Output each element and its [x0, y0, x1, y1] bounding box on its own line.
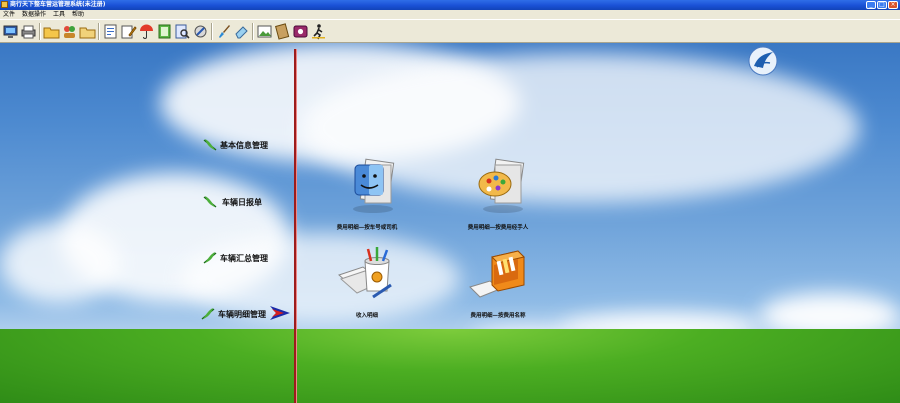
main-panel: 基本信息管理 车辆日报单 车辆汇总管理 车辆明细管理 费用明细—按车号或司机 费…: [0, 43, 900, 403]
function-caption: 费用明细—按费用名称: [470, 313, 526, 319]
nav-item-summary[interactable]: 车辆汇总管理: [202, 250, 268, 266]
nav-item-details[interactable]: 车辆明细管理: [200, 306, 266, 322]
eraser-icon[interactable]: [233, 23, 250, 40]
close-button[interactable]: ×: [888, 1, 898, 9]
umbrella-icon[interactable]: [138, 23, 155, 40]
bird-logo-icon: [748, 46, 778, 76]
leaf-arrow-icon: [203, 252, 217, 264]
nav-label: 车辆汇总管理: [220, 253, 268, 263]
help-book-icon[interactable]: [292, 23, 309, 40]
active-pointer-icon: [270, 306, 290, 320]
minimize-button[interactable]: _: [866, 1, 876, 9]
nav-item-basic-info[interactable]: 基本信息管理: [202, 137, 268, 153]
menu-file[interactable]: 文件: [0, 10, 19, 19]
function-income-detail[interactable]: 收入明细: [302, 245, 432, 319]
leaf-arrow-icon: [203, 139, 217, 151]
function-expense-by-vehicle[interactable]: 费用明细—按车号或司机: [302, 151, 432, 231]
nav-label: 车辆明细管理: [218, 309, 266, 319]
toolbar: [0, 19, 900, 43]
folder-icon[interactable]: [43, 23, 60, 40]
function-expense-by-handler[interactable]: 费用明细—按费用经手人: [433, 151, 563, 231]
leaf-arrow-icon: [203, 196, 217, 208]
mac-finder-icon: [353, 158, 395, 213]
function-caption: 费用明细—按费用经手人: [467, 225, 529, 231]
menu-bar: 文件 数据操作 工具 帮助: [0, 10, 900, 19]
picture-icon[interactable]: [256, 23, 273, 40]
file-cabinet-icon: [469, 250, 525, 298]
function-expense-by-name[interactable]: 费用明细—按费用名称: [433, 243, 563, 319]
computer-icon[interactable]: [2, 23, 19, 40]
search-doc-icon[interactable]: [174, 23, 191, 40]
nav-label: 基本信息管理: [220, 140, 268, 150]
pen-holder-icon: [338, 247, 392, 299]
function-caption: 费用明细—按车号或司机: [336, 225, 398, 231]
leaf-arrow-icon: [201, 308, 215, 320]
ledger-icon[interactable]: [156, 23, 173, 40]
nav-item-daily-report[interactable]: 车辆日报单: [202, 194, 262, 210]
window-controls: _ □ ×: [866, 1, 898, 9]
edit-icon[interactable]: [120, 23, 137, 40]
menu-help[interactable]: 帮助: [69, 10, 88, 19]
printer-icon[interactable]: [20, 23, 37, 40]
palette-folder-icon: [478, 158, 525, 213]
notebook-icon[interactable]: [274, 23, 291, 40]
app-icon: [1, 1, 8, 8]
vertical-divider: [294, 49, 297, 403]
report-icon[interactable]: [102, 23, 119, 40]
users-icon[interactable]: [61, 23, 78, 40]
maximize-button[interactable]: □: [877, 1, 887, 9]
nav-label: 车辆日报单: [222, 197, 262, 207]
folder-open-icon[interactable]: [79, 23, 96, 40]
grass-field: [0, 329, 900, 403]
window-title: 商行天下整车营运管理系统(未注册): [10, 1, 106, 8]
title-bar: 商行天下整车营运管理系统(未注册) _ □ ×: [0, 0, 900, 10]
tools-icon[interactable]: [192, 23, 209, 40]
menu-data[interactable]: 数据操作: [19, 10, 50, 19]
function-caption: 收入明细: [355, 313, 378, 319]
brush-icon[interactable]: [215, 23, 232, 40]
exit-icon[interactable]: [310, 23, 327, 40]
menu-tools[interactable]: 工具: [50, 10, 69, 19]
